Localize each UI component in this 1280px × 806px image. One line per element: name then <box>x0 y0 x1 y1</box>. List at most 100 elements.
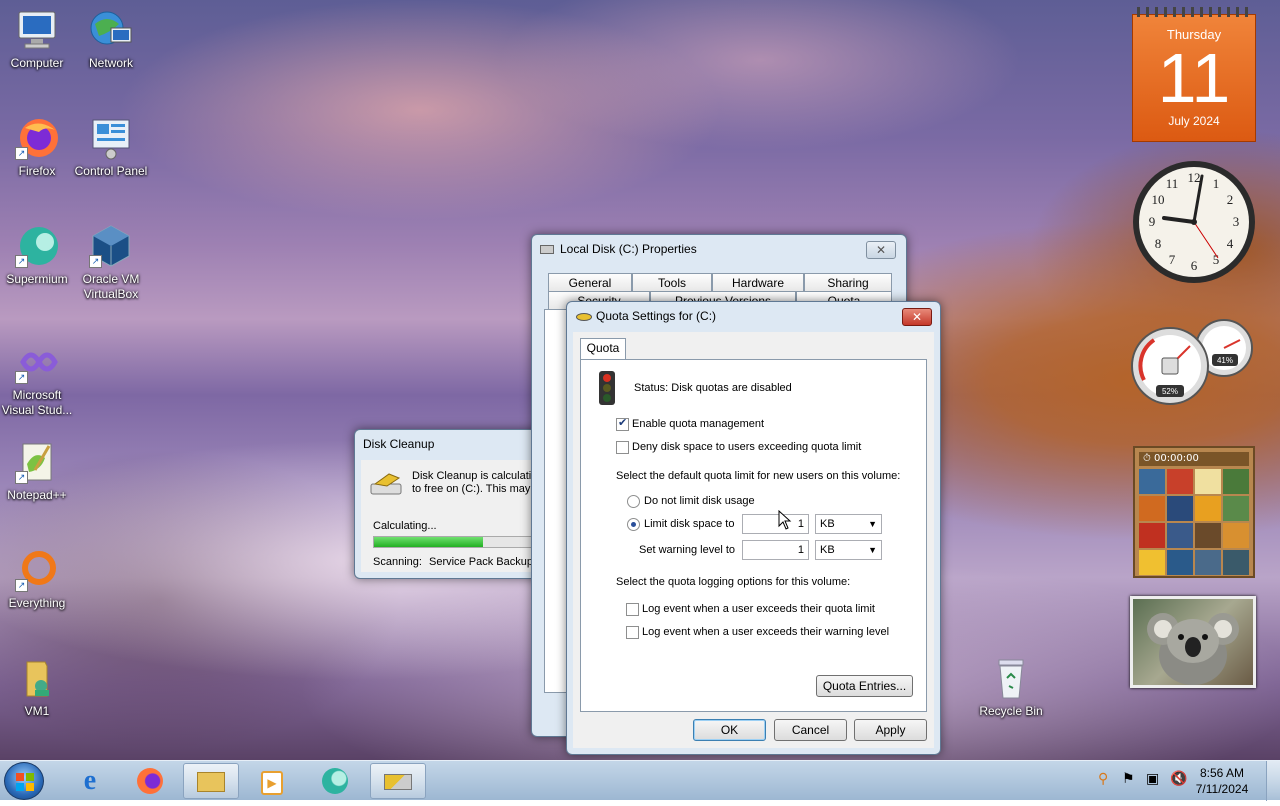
desktop-icon-label: Supermium <box>6 272 68 286</box>
network-tray-icon[interactable]: ▣ <box>1146 771 1159 787</box>
limit-unit-select[interactable]: KB ▼ <box>815 514 882 534</box>
clock-gadget[interactable]: 12 1 2 345 678 9 10 11 <box>1130 158 1258 286</box>
windows-logo-icon <box>16 773 34 791</box>
drive-icon <box>540 245 554 254</box>
quota-close-button[interactable]: ✕ <box>902 308 932 326</box>
supermium-icon: ↗ <box>15 224 59 268</box>
svg-text:11: 11 <box>1166 176 1179 191</box>
desktop-icon-supermium[interactable]: ↗ Supermium <box>0 224 74 287</box>
desktop-icon-label: Oracle VM VirtualBox <box>82 272 140 301</box>
desktop-icon-network[interactable]: Network <box>74 8 148 71</box>
desktop-icon-notepad-plus-plus[interactable]: ↗ Notepad++ <box>0 440 74 503</box>
calendar-day: 11 <box>1157 39 1231 117</box>
desktop-icon-recycle-bin[interactable]: Recycle Bin <box>974 656 1048 719</box>
desktop-icon-everything[interactable]: ↗ Everything <box>0 548 74 611</box>
deny-disk-space-checkbox[interactable] <box>616 441 629 454</box>
cancel-button[interactable]: Cancel <box>774 719 847 741</box>
properties-close-button[interactable]: ✕ <box>866 241 896 259</box>
disk-cleanup-progress-bar <box>373 536 549 548</box>
quota-settings-title: Quota Settings for (C:) <box>596 309 717 323</box>
disk-cleanup-title: Disk Cleanup <box>363 437 435 451</box>
disk-cleanup-icon <box>384 774 412 790</box>
cpu-meter-gadget[interactable]: 52% 41% <box>1130 318 1256 408</box>
supermium-icon <box>322 768 348 794</box>
tray-clock[interactable]: 8:56 AM 7/11/2024 <box>1190 765 1254 797</box>
disk-cleanup-window[interactable]: Disk Cleanup Disk Cleanup is calculating… <box>354 429 550 579</box>
picture-puzzle-gadget[interactable]: ⏱ 00:00:00 <box>1133 446 1255 578</box>
warning-level-label: Set warning level to <box>639 544 735 556</box>
visual-studio-icon: ↗ <box>15 340 59 384</box>
taskbar-supermium[interactable] <box>307 763 363 799</box>
desktop-icon-firefox[interactable]: ↗ Firefox <box>0 116 74 179</box>
taskbar-media-player[interactable]: ▶ <box>244 763 300 799</box>
svg-text:12: 12 <box>1188 170 1201 185</box>
desktop-icon-label: Everything <box>8 596 66 610</box>
media-player-icon: ▶ <box>261 771 283 795</box>
quota-title-icon <box>576 313 592 321</box>
desktop-icon-vm1[interactable]: VM1 <box>0 656 74 719</box>
puzzle-timer: ⏱ 00:00:00 <box>1139 452 1249 466</box>
recycle-bin-icon <box>989 656 1033 700</box>
limit-value-input[interactable]: 1 <box>742 514 809 534</box>
warning-value-input[interactable]: 1 <box>742 540 809 560</box>
warning-unit-select[interactable]: KB ▼ <box>815 540 882 560</box>
chevron-down-icon: ▼ <box>868 545 877 555</box>
svg-text:6: 6 <box>1191 258 1198 273</box>
tab-sharing[interactable]: Sharing <box>804 273 892 293</box>
tab-tools[interactable]: Tools <box>632 273 712 293</box>
computer-icon <box>15 8 59 52</box>
desktop-icon-visual-studio[interactable]: ↗ Microsoft Visual Stud... <box>0 340 74 418</box>
desktop-icon-label: Recycle Bin <box>979 704 1043 718</box>
volume-muted-icon[interactable]: 🔇 <box>1170 771 1187 787</box>
action-center-flag-icon[interactable]: ⚑ <box>1122 771 1135 787</box>
limit-unit-value: KB <box>820 518 835 530</box>
everything-icon: ↗ <box>15 548 59 592</box>
shortcut-arrow-icon: ↗ <box>89 255 102 268</box>
notepad-plus-plus-icon: ↗ <box>15 440 59 484</box>
taskbar-internet-explorer[interactable]: e <box>62 763 118 799</box>
log-quota-limit-checkbox[interactable] <box>626 603 639 616</box>
firefox-icon <box>137 768 163 794</box>
chevron-down-icon: ▼ <box>868 519 877 529</box>
shortcut-arrow-icon: ↗ <box>15 579 28 592</box>
log-warning-level-checkbox[interactable] <box>626 626 639 639</box>
log-warning-level-label: Log event when a user exceeds their warn… <box>642 626 890 638</box>
start-button[interactable] <box>4 762 44 800</box>
no-limit-label: Do not limit disk usage <box>644 495 755 507</box>
slideshow-gadget[interactable] <box>1130 596 1256 688</box>
taskbar-file-explorer[interactable] <box>183 763 239 799</box>
tab-general[interactable]: General <box>548 273 632 293</box>
folder-icon <box>197 772 225 792</box>
search-icon[interactable]: ⚲ <box>1098 771 1108 787</box>
disk-cleanup-message: Disk Cleanup is calculating how much spa… <box>412 470 549 495</box>
desktop-icon-computer[interactable]: Computer <box>0 8 74 71</box>
desktop-icon-label: Computer <box>10 56 64 70</box>
calendar-gadget[interactable]: Thursday 11 July 2024 <box>1132 7 1256 142</box>
desktop-icon-control-panel[interactable]: Control Panel <box>74 116 148 179</box>
warning-unit-value: KB <box>820 544 835 556</box>
tray-date: 7/11/2024 <box>1195 782 1249 796</box>
disk-cleanup-icon <box>369 472 405 501</box>
desktop-icon-virtualbox[interactable]: ↗ Oracle VM VirtualBox <box>74 224 148 302</box>
taskbar-disk-cleanup[interactable] <box>370 763 426 799</box>
quota-entries-button[interactable]: Quota Entries... <box>816 675 913 697</box>
tab-hardware[interactable]: Hardware <box>712 273 804 293</box>
default-limit-heading: Select the default quota limit for new u… <box>616 470 901 482</box>
desktop-icon-label: Notepad++ <box>7 488 67 502</box>
show-desktop-button[interactable] <box>1266 761 1280 801</box>
calculating-label: Calculating... <box>373 520 437 532</box>
limit-disk-space-radio[interactable] <box>627 518 640 531</box>
quota-tab[interactable]: Quota <box>580 338 626 360</box>
disk-cleanup-progress-fill <box>374 537 483 547</box>
svg-text:10: 10 <box>1152 192 1165 207</box>
quota-settings-window[interactable]: Quota Settings for (C:) ✕ Quota Status: … <box>566 301 941 755</box>
shortcut-arrow-icon: ↗ <box>15 255 28 268</box>
no-limit-radio[interactable] <box>627 495 640 508</box>
apply-button[interactable]: Apply <box>854 719 927 741</box>
taskbar-firefox[interactable] <box>122 763 178 799</box>
ok-button[interactable]: OK <box>693 719 766 741</box>
puzzle-grid[interactable] <box>1139 469 1249 575</box>
taskbar: e ▶ ⚲ ⚑ ▣ 🔇 8:56 AM 7/11/2024 <box>0 760 1280 801</box>
enable-quota-checkbox[interactable] <box>616 416 629 431</box>
quota-status: Status: Disk quotas are disabled <box>634 382 792 394</box>
